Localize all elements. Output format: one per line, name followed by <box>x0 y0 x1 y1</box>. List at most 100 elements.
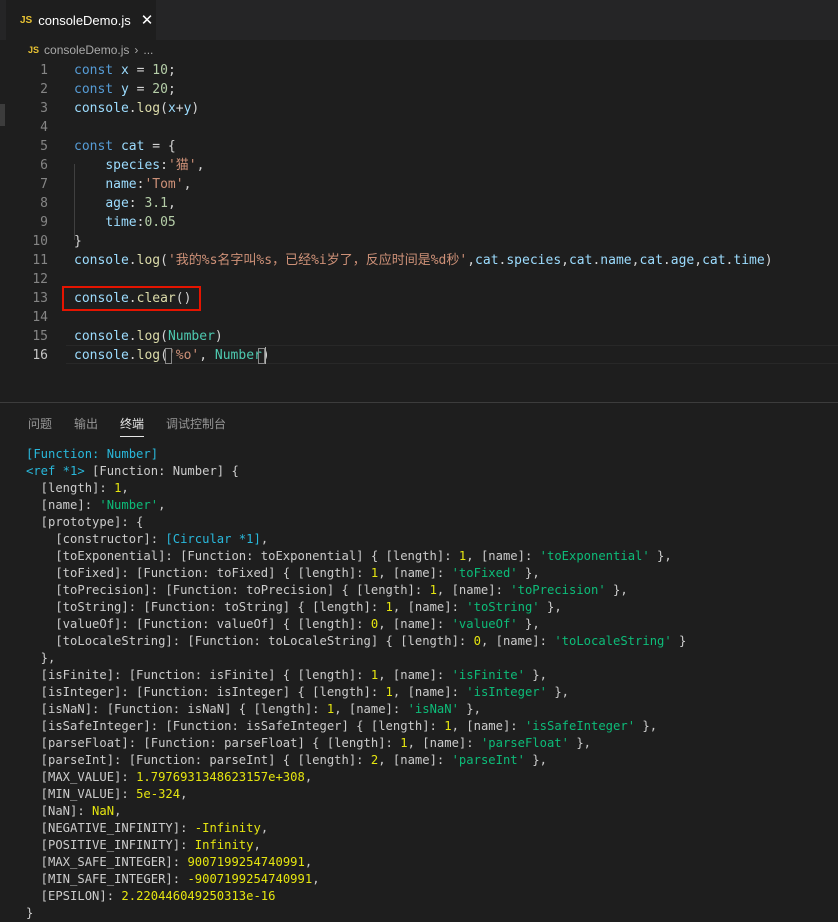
code-text: const y = 20; <box>74 80 176 99</box>
terminal-token: , [name]: <box>378 566 452 580</box>
code-token: log <box>136 348 161 363</box>
terminal-token: [Circular *1] <box>165 532 261 546</box>
code-token: '我的%s名字叫%s，已经%i岁了，反应时间是%d秒' <box>167 253 468 268</box>
close-icon[interactable]: ✕ <box>141 11 154 29</box>
code-token: + <box>175 101 184 116</box>
code-token: cat <box>639 253 663 268</box>
tab-problems[interactable]: 问题 <box>28 415 52 432</box>
terminal-token: }, <box>458 702 481 716</box>
code-token: species <box>506 253 562 268</box>
code-token: , <box>561 253 569 268</box>
code-line: 15 console.log(Number) <box>0 327 838 346</box>
tab-debug-console[interactable]: 调试控制台 <box>166 415 226 432</box>
code-token: ) <box>764 253 773 268</box>
javascript-file-icon: JS <box>20 14 33 26</box>
terminal-token: [toLocaleString]: [Function: toLocaleStr… <box>26 634 474 648</box>
breadcrumb-more[interactable]: ... <box>143 43 153 57</box>
code-line: 7 name:'Tom', <box>0 175 838 194</box>
terminal-line: [parseFloat]: [Function: parseFloat] { [… <box>26 735 591 752</box>
terminal-line: [Function: Number] <box>26 446 158 463</box>
terminal-token: [isNaN]: [Function: isNaN] { [length]: <box>26 702 327 716</box>
terminal-line: [name]: 'Number', <box>26 497 166 514</box>
line-number: 1 <box>40 63 48 78</box>
annotation-highlight-box <box>62 286 201 311</box>
code-token: age <box>670 253 695 268</box>
code-token: cat <box>120 139 145 154</box>
terminal-token: 2.220446049250313e-16 <box>121 889 276 903</box>
code-token: console <box>74 101 129 116</box>
terminal-token: [parseInt]: [Function: parseInt] { [leng… <box>26 753 371 767</box>
terminal-token: , [name]: <box>451 719 525 733</box>
terminal-line: } <box>26 905 33 922</box>
tab-output[interactable]: 输出 <box>74 415 98 432</box>
code-text: name:'Tom', <box>74 175 191 194</box>
terminal-token: }, <box>539 600 562 614</box>
terminal-line: [isNaN]: [Function: isNaN] { [length]: 1… <box>26 701 481 718</box>
terminal-line: [MAX_SAFE_INTEGER]: 9007199254740991, <box>26 854 313 871</box>
code-token: } <box>74 234 82 249</box>
terminal-token: NaN <box>92 804 115 818</box>
terminal-token: [isFinite]: [Function: isFinite] { [leng… <box>26 668 371 682</box>
terminal-token: 'isSafeInteger' <box>524 719 636 733</box>
terminal-token: 1 <box>444 719 452 733</box>
code-line: 11 console.log('我的%s名字叫%s，已经%i岁了，反应时间是%d秒… <box>0 251 838 270</box>
terminal-line: [constructor]: [Circular *1], <box>26 531 268 548</box>
code-token: x <box>167 101 176 116</box>
terminal-token: , <box>158 498 166 512</box>
code-editor[interactable]: 1 const x = 10; 2 const y = 20; 3 console.log… <box>0 60 838 402</box>
terminal-token: 1 <box>429 583 437 597</box>
terminal-token: }, <box>605 583 628 597</box>
code-token: cat <box>568 253 593 268</box>
terminal-token: [isInteger]: [Function: isInteger] { [le… <box>26 685 386 699</box>
terminal-token: 'isInteger' <box>466 685 547 699</box>
code-token: , <box>183 177 192 192</box>
code-token: , <box>694 253 703 268</box>
tab-terminal[interactable]: 终端 <box>120 415 144 432</box>
terminal-token: [Function: Number] { <box>92 464 239 478</box>
terminal-token: 'isNaN' <box>407 702 459 716</box>
terminal-token: , <box>260 821 269 835</box>
code-token: = <box>128 63 153 78</box>
code-token: const <box>74 82 121 97</box>
bracket-match-open <box>165 348 172 364</box>
code-line: 16console.log('%o', Number) <box>0 346 838 365</box>
code-token: console <box>74 253 129 268</box>
breadcrumb-file[interactable]: consoleDemo.js <box>44 43 129 57</box>
code-token: . <box>128 329 137 344</box>
code-line: 9 time:0.05 <box>0 213 838 232</box>
javascript-file-icon: JS <box>28 45 40 55</box>
terminal-line: [toLocaleString]: [Function: toLocaleStr… <box>26 633 686 650</box>
active-tab-indicator <box>120 436 144 437</box>
code-token: ; <box>167 63 176 78</box>
terminal-line: [isSafeInteger]: [Function: isSafeIntege… <box>26 718 657 735</box>
code-token: const <box>74 63 121 78</box>
code-line: 5 const cat = { <box>0 137 838 156</box>
code-token: log <box>136 329 161 344</box>
code-token: . <box>128 348 137 363</box>
terminal-token: [EPSILON]: <box>26 889 122 903</box>
code-text: const x = 10; <box>74 61 176 80</box>
terminal-token: , [name]: <box>407 736 481 750</box>
terminal-token: [POSITIVE_INFINITY]: <box>26 838 195 852</box>
code-line: 10} <box>0 232 838 251</box>
terminal-token: 1 <box>385 685 393 699</box>
terminal-token: [parseFloat]: [Function: parseFloat] { [… <box>26 736 401 750</box>
terminal-line: [EPSILON]: 2.220446049250313e-16 <box>26 888 276 905</box>
editor-tab-bar: JS consoleDemo.js ✕ <box>0 0 838 40</box>
terminal-token: }, <box>517 566 540 580</box>
terminal-token: , [name]: <box>334 702 408 716</box>
terminal-line: [valueOf]: [Function: valueOf] { [length… <box>26 616 539 633</box>
terminal-output[interactable]: [Function: Number] <ref *1> [Function: Nu… <box>0 446 838 922</box>
line-number: 9 <box>40 215 48 230</box>
terminal-line: [POSITIVE_INFINITY]: Infinity, <box>26 837 261 854</box>
line-number: 7 <box>40 177 48 192</box>
terminal-line: [length]: 1, <box>26 480 129 497</box>
code-token: cat <box>702 253 726 268</box>
terminal-token: [prototype]: { <box>26 515 144 529</box>
terminal-token: 'toString' <box>466 600 540 614</box>
terminal-token: Infinity <box>194 838 254 852</box>
terminal-line: [isFinite]: [Function: isFinite] { [leng… <box>26 667 547 684</box>
code-token: time <box>733 253 765 268</box>
tab-consoledemo[interactable]: JS consoleDemo.js ✕ <box>6 0 156 40</box>
